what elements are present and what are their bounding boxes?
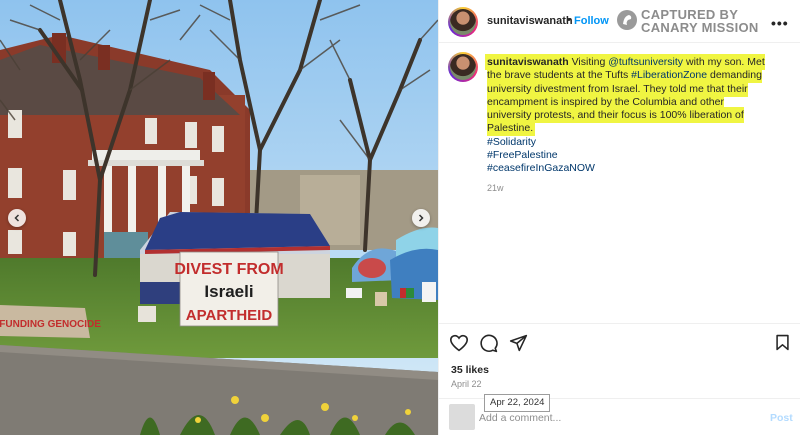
- caption: sunitaviswanath Visiting @tuftsuniversit…: [487, 56, 771, 195]
- save-button[interactable]: [775, 334, 790, 356]
- comment-icon: [480, 334, 498, 353]
- post-header: sunitaviswanath • Follow CAPTURED BY CAN…: [439, 0, 800, 43]
- post-date[interactable]: April 22: [451, 379, 482, 389]
- hashtag-solidarity[interactable]: #Solidarity: [487, 136, 771, 149]
- post-side-panel: sunitaviswanath • Follow CAPTURED BY CAN…: [438, 0, 800, 435]
- banner-text-3: APARTHEID: [186, 307, 273, 324]
- paper-plane-icon: [509, 334, 528, 352]
- caption-username[interactable]: sunitaviswanath: [487, 56, 569, 68]
- previous-photo-button[interactable]: [8, 209, 26, 227]
- comment-input[interactable]: Add a comment...: [479, 412, 561, 424]
- encampment-photo: DIVEST FROM Israeli APARTHEID IS FUNDING…: [0, 0, 438, 435]
- mention-link[interactable]: @tuftsuniversity: [608, 56, 683, 68]
- bookmark-icon: [776, 334, 789, 351]
- likes-count[interactable]: 35 likes: [451, 364, 489, 376]
- share-button[interactable]: [509, 334, 528, 357]
- chevron-left-icon: [14, 214, 20, 222]
- actions-divider: [439, 323, 800, 324]
- post-photo[interactable]: DIVEST FROM Israeli APARTHEID IS FUNDING…: [0, 0, 438, 435]
- banner-text-1: DIVEST FROM: [174, 261, 283, 278]
- caption-avatar[interactable]: [450, 54, 476, 80]
- comment-button[interactable]: [479, 334, 498, 358]
- header-separator: •: [567, 14, 571, 26]
- commenter-avatar: [449, 404, 475, 430]
- date-tooltip: Apr 22, 2024: [484, 394, 551, 412]
- post-comment-button[interactable]: Post: [770, 412, 793, 424]
- hashtag-ceasefire[interactable]: #ceasefireInGazaNOW: [487, 162, 771, 175]
- hashtag-freepalestine[interactable]: #FreePalestine: [487, 149, 771, 162]
- hashtag-liberationzone[interactable]: #LiberationZone: [631, 69, 707, 81]
- header-username[interactable]: sunitaviswanath: [487, 15, 573, 27]
- canary-logo-icon: [617, 10, 637, 30]
- watermark: CAPTURED BY CANARY MISSION: [641, 8, 759, 34]
- follow-button[interactable]: Follow: [574, 15, 609, 27]
- chevron-right-icon: [418, 214, 424, 222]
- heart-icon: [449, 334, 469, 352]
- like-button[interactable]: [449, 334, 469, 357]
- banner-text-2: Israeli: [204, 282, 253, 301]
- caption-text-1: Visiting: [568, 56, 609, 68]
- avatar[interactable]: [450, 9, 476, 35]
- ground-sign-text: IS FUNDING GENOCIDE: [0, 319, 101, 330]
- next-photo-button[interactable]: [412, 209, 430, 227]
- watermark-line-2: CANARY MISSION: [641, 20, 759, 35]
- caption-age: 21w: [487, 182, 504, 193]
- more-options-button[interactable]: •••: [771, 15, 789, 31]
